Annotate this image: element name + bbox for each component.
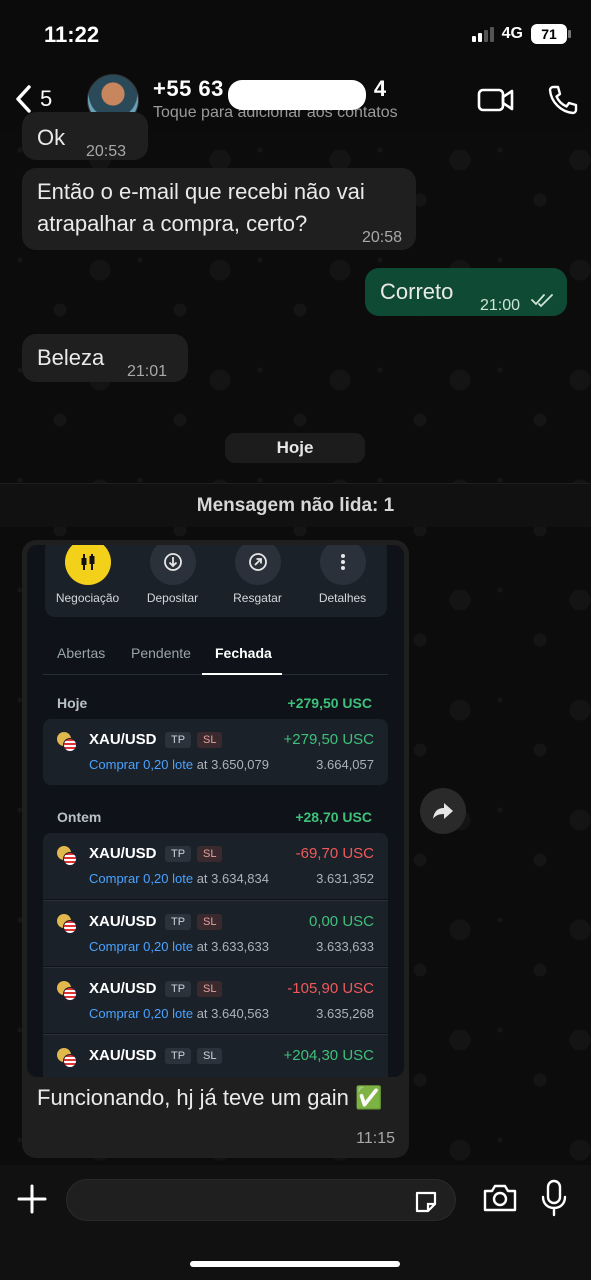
tab-underline: [202, 673, 282, 675]
action-depositar: Depositar: [130, 545, 215, 605]
xau-usd-flag-icon: [57, 981, 77, 1001]
image-message[interactable]: Negociação Depositar Resgatar Detalhes A…: [22, 540, 409, 1158]
more-icon: [340, 554, 345, 570]
trade-row: XAU/USD TP SL 0,00 USC Comprar 0,20 lote…: [43, 900, 388, 966]
message-time: 21:01: [127, 363, 168, 380]
contact-info[interactable]: +55 63 4 Toque para adicionar aos contato…: [153, 76, 398, 122]
microphone-icon[interactable]: [540, 1179, 568, 1217]
message-time: 20:53: [86, 143, 127, 160]
tab-pendente: Pendente: [131, 645, 191, 661]
trades-tabs: Abertas Pendente Fechada: [43, 641, 388, 675]
redaction-mark: [228, 80, 366, 110]
trade-row: XAU/USD TP SL +204,30 USC: [43, 1034, 388, 1077]
composer: [0, 1165, 591, 1280]
deposit-icon: [163, 553, 182, 571]
battery-icon: 71: [531, 24, 571, 44]
message-incoming[interactable]: Então o e-mail que recebi não vai atrapa…: [22, 168, 416, 250]
sticker-icon[interactable]: [413, 1189, 439, 1215]
group-header-hoje: Hoje +279,50 USC: [57, 695, 372, 711]
action-detalhes: Detalhes: [300, 545, 385, 605]
xau-usd-flag-icon: [57, 914, 77, 934]
network-type: 4G: [501, 25, 523, 42]
video-call-icon[interactable]: [477, 86, 515, 114]
status-indicators: 4G 71: [471, 24, 571, 44]
message-text: Beleza: [37, 345, 105, 370]
contact-name: +55 63 4: [153, 76, 398, 110]
home-indicator: [190, 1261, 400, 1267]
plus-icon[interactable]: [14, 1181, 50, 1217]
image-caption: Funcionando, hj já teve um gain ✅: [37, 1085, 383, 1110]
forward-icon: [433, 803, 453, 819]
xau-usd-flag-icon: [57, 1048, 77, 1068]
forward-button[interactable]: [420, 788, 466, 834]
action-bar: Negociação Depositar Resgatar Detalhes: [45, 545, 387, 617]
message-text: Então o e-mail que recebi não vai atrapa…: [37, 179, 365, 236]
message-text: Ok: [37, 125, 66, 150]
date-separator: Hoje: [225, 433, 365, 463]
message-text: Correto: [380, 279, 454, 304]
trade-row: XAU/USD TP SL -69,70 USC Comprar 0,20 lo…: [43, 833, 388, 899]
trading-screenshot[interactable]: Negociação Depositar Resgatar Detalhes A…: [27, 545, 404, 1077]
message-outgoing[interactable]: Correto 21:00: [365, 268, 567, 316]
message-time: 11:15: [356, 1130, 395, 1147]
withdraw-icon: [248, 553, 267, 571]
back-button[interactable]: 5: [14, 84, 52, 114]
header-actions: [477, 84, 579, 116]
double-check-icon: [531, 294, 553, 308]
xau-usd-flag-icon: [57, 732, 77, 752]
xau-usd-flag-icon: [57, 846, 77, 866]
message-input[interactable]: [67, 1180, 397, 1220]
message-incoming[interactable]: Beleza 21:01: [22, 334, 188, 382]
tab-abertas: Abertas: [57, 645, 106, 661]
message-incoming[interactable]: Ok 20:53: [22, 112, 148, 160]
signal-icon: [471, 26, 494, 42]
message-time: 21:00: [480, 297, 521, 314]
message-time: 20:58: [361, 229, 402, 246]
status-bar: 11:22 4G 71: [0, 0, 591, 70]
message-input-field[interactable]: [66, 1179, 456, 1221]
chevron-left-icon: [16, 85, 31, 113]
action-negociacao: Negociação: [45, 545, 130, 605]
action-resgatar: Resgatar: [215, 545, 300, 605]
camera-icon[interactable]: [482, 1183, 518, 1213]
unread-banner: Mensagem não lida: 1: [0, 483, 591, 527]
tab-fechada: Fechada: [215, 645, 272, 661]
unread-chats-count: 5: [40, 86, 53, 111]
trade-row: XAU/USD TP SL -105,90 USC Comprar 0,20 l…: [43, 967, 388, 1033]
trade-row: XAU/USD TP SL +279,50 USC Comprar 0,20 l…: [43, 719, 388, 785]
status-time: 11:22: [44, 22, 100, 47]
candles-icon: [81, 554, 94, 570]
group-header-ontem: Ontem +28,70 USC: [57, 809, 372, 825]
phone-icon[interactable]: [547, 84, 579, 116]
